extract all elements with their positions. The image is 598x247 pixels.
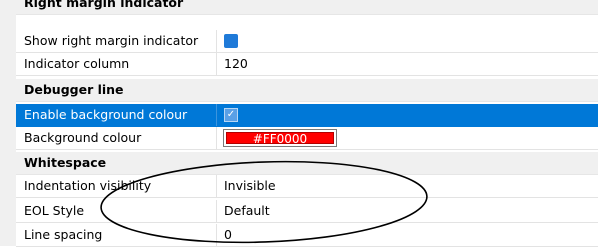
row-eol-style[interactable]: EOL Style Default — [16, 200, 598, 223]
indicator-column-value[interactable]: 120 — [224, 56, 248, 71]
row-background-colour[interactable]: Background colour #FF0000 — [16, 127, 598, 150]
row-indicator-column[interactable]: Indicator column 120 — [16, 53, 598, 76]
checkmark-icon: ✓ — [226, 109, 236, 120]
property-label: EOL Style — [24, 203, 85, 218]
background-colour-picker[interactable]: #FF0000 — [223, 129, 337, 147]
category-label: Whitespace — [24, 155, 107, 170]
property-label: Enable background colour — [24, 107, 188, 122]
indentation-visibility-value[interactable]: Invisible — [224, 178, 276, 193]
column-divider[interactable] — [216, 53, 217, 75]
show-right-margin-checkbox[interactable] — [224, 34, 238, 48]
column-divider[interactable] — [216, 104, 217, 126]
column-divider[interactable] — [216, 175, 217, 197]
category-whitespace[interactable]: Whitespace — [16, 152, 598, 175]
line-spacing-value[interactable]: 0 — [224, 227, 232, 242]
column-divider[interactable] — [216, 30, 217, 52]
row-line-spacing[interactable]: Line spacing 0 — [16, 224, 598, 247]
property-label: Indentation visibility — [24, 178, 152, 193]
property-label: Line spacing — [24, 227, 103, 242]
row-show-right-margin[interactable]: Show right margin indicator — [16, 30, 598, 53]
category-label: Right margin indicator — [24, 0, 184, 10]
property-label: Indicator column — [24, 56, 130, 71]
row-enable-background-colour[interactable]: Enable background colour ✓ — [16, 104, 598, 127]
column-divider[interactable] — [216, 127, 217, 149]
enable-background-checkbox[interactable]: ✓ — [224, 108, 238, 122]
category-label: Debugger line — [24, 82, 124, 97]
row-indentation-visibility[interactable]: Indentation visibility Invisible — [16, 175, 598, 198]
category-right-margin-indicator[interactable]: Right margin indicator — [16, 0, 598, 15]
column-divider[interactable] — [216, 200, 217, 222]
category-debugger-line[interactable]: Debugger line — [16, 79, 598, 102]
colour-swatch-value: #FF0000 — [226, 132, 334, 145]
left-margin-bar — [0, 0, 16, 246]
property-label: Background colour — [24, 130, 142, 145]
property-label: Show right margin indicator — [24, 33, 199, 48]
eol-style-value[interactable]: Default — [224, 203, 270, 218]
column-divider[interactable] — [216, 224, 217, 246]
